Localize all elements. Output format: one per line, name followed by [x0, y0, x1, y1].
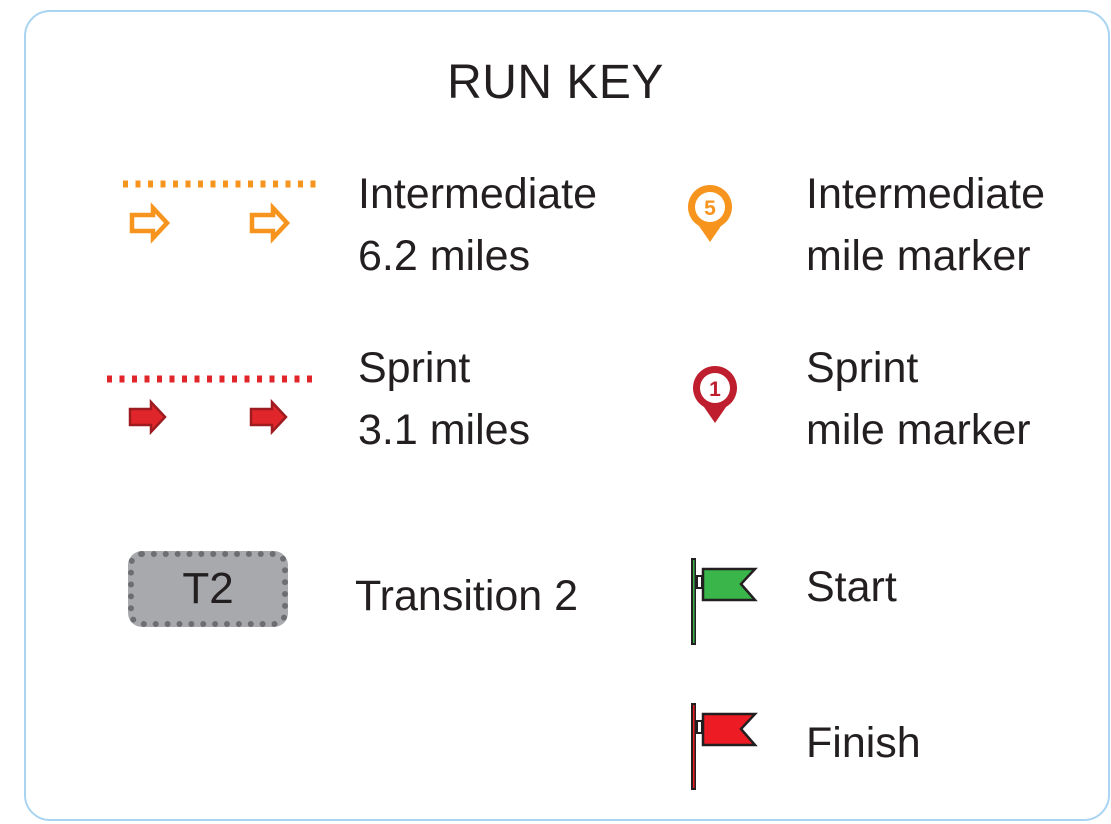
legend-title: RUN KEY: [447, 56, 664, 109]
sprint-marker-number: 1: [709, 378, 721, 401]
sprint-route-symbol: [107, 375, 315, 436]
intermediate-marker-name: Intermediate: [806, 170, 1046, 218]
sprint-route-label: Sprint 3.1 miles: [358, 337, 530, 461]
transition-label: Transition 2: [355, 572, 579, 620]
transition-badge: T2: [128, 551, 288, 627]
start-flag-icon: [691, 558, 758, 645]
sprint-arrow-icon: [128, 398, 167, 436]
intermediate-marker-desc: mile marker: [806, 232, 1031, 280]
sprint-marker-name: Sprint: [806, 344, 919, 392]
intermediate-route-label: Intermediate 6.2 miles: [358, 163, 597, 287]
finish-flag-icon: [691, 703, 758, 790]
intermediate-arrow-icon: [249, 202, 291, 244]
sprint-route-distance: 3.1 miles: [358, 406, 531, 454]
intermediate-route-symbol: [123, 180, 321, 244]
sprint-route-name: Sprint: [358, 344, 471, 392]
intermediate-route-name: Intermediate: [358, 170, 598, 218]
sprint-mile-marker-icon: 1: [693, 365, 737, 423]
sprint-arrow-icon: [249, 398, 288, 436]
sprint-marker-desc: mile marker: [806, 406, 1031, 454]
intermediate-mile-marker-icon: 5: [688, 184, 732, 242]
start-label: Start: [806, 563, 897, 611]
intermediate-route-distance: 6.2 miles: [358, 232, 531, 280]
sprint-marker-label: Sprint mile marker: [806, 337, 1031, 461]
intermediate-arrow-icon: [129, 202, 171, 244]
finish-label: Finish: [806, 719, 921, 767]
intermediate-marker-number: 5: [704, 197, 716, 220]
intermediate-marker-label: Intermediate mile marker: [806, 163, 1045, 287]
